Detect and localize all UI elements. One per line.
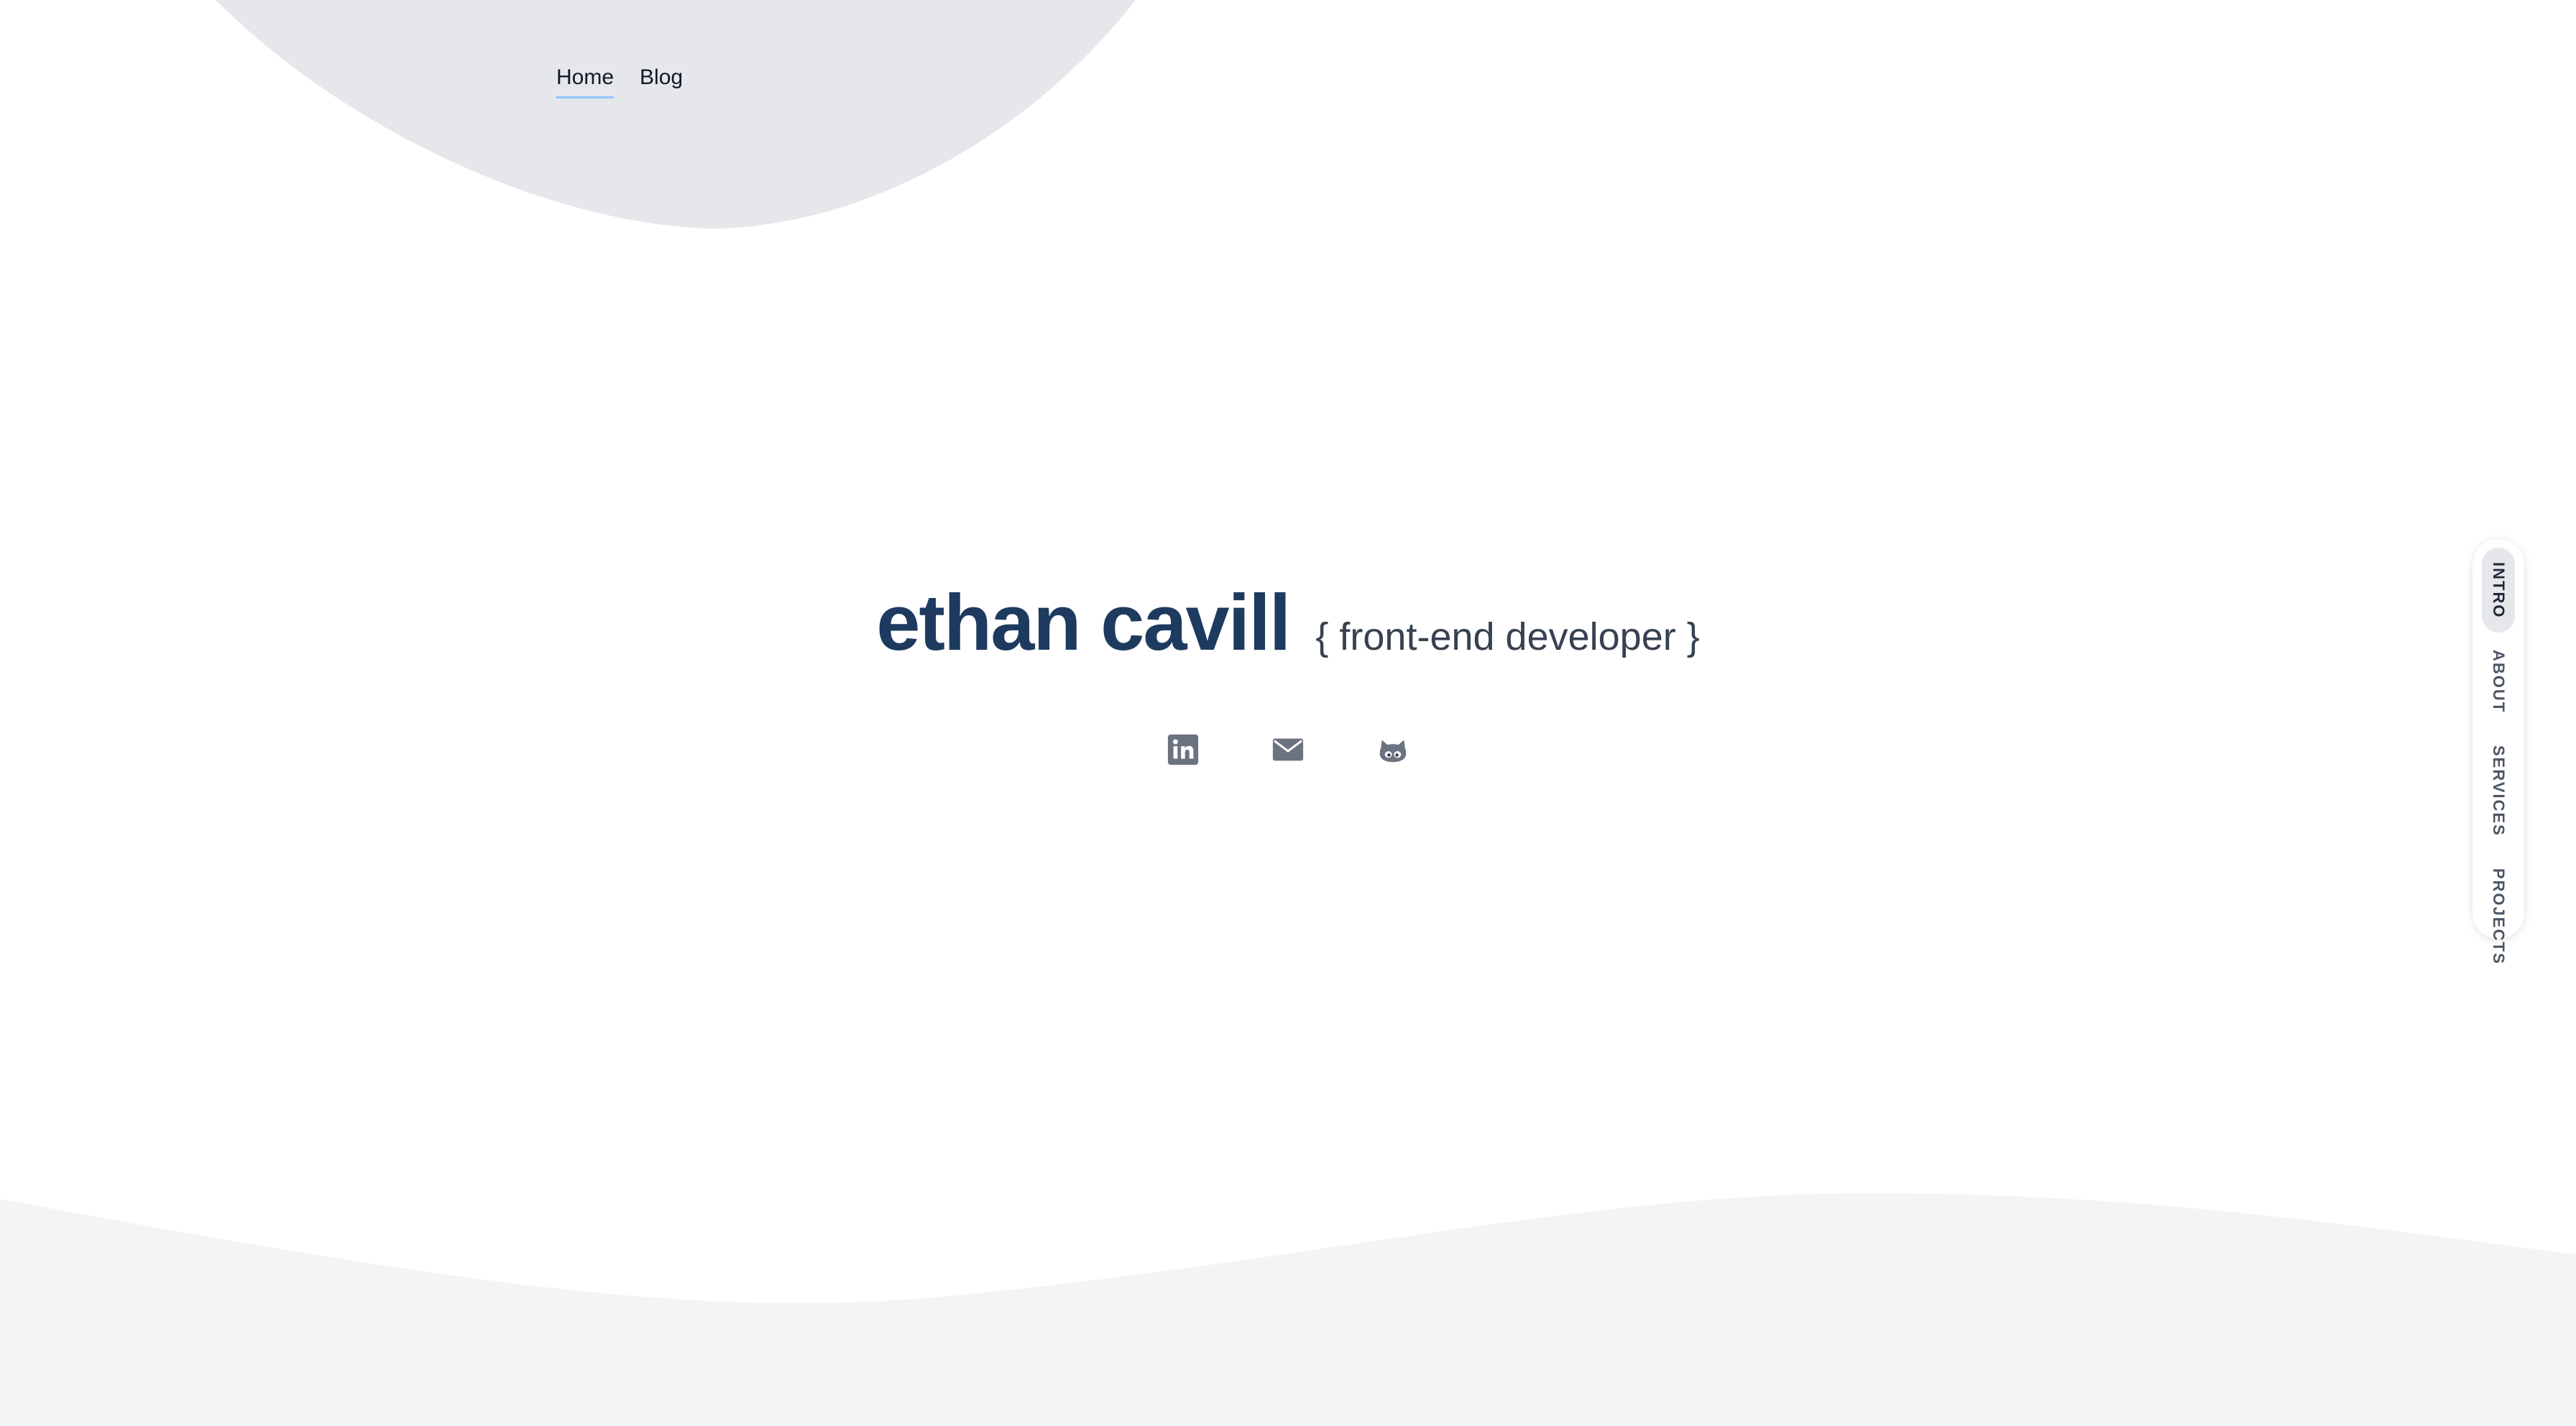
side-nav-about[interactable]: ABOUT <box>2482 635 2515 727</box>
mail-icon <box>1272 738 1304 761</box>
hero-role: { front-end developer } <box>1315 615 1700 658</box>
section-side-nav: INTRO ABOUT SERVICES PROJECTS <box>2472 539 2524 965</box>
side-nav-projects[interactable]: PROJECTS <box>2482 854 2515 980</box>
hero-name: ethan cavill <box>876 579 1291 667</box>
nav-home-link[interactable]: Home <box>556 65 615 98</box>
background-shapes <box>0 0 2576 1426</box>
social-links <box>0 732 2576 768</box>
linkedin-icon <box>1167 734 1199 765</box>
nav-blog-link[interactable]: Blog <box>640 65 683 98</box>
linkedin-link[interactable] <box>1165 732 1201 768</box>
top-nav: Home Blog <box>556 65 683 98</box>
email-link[interactable] <box>1270 732 1306 768</box>
hero: ethan cavill { front-end developer } <box>0 584 2576 663</box>
bottom-wave <box>0 1193 2576 1426</box>
side-nav-intro[interactable]: INTRO <box>2482 548 2515 633</box>
github-link[interactable] <box>1375 732 1411 768</box>
side-nav-services[interactable]: SERVICES <box>2482 731 2515 851</box>
top-blob <box>216 0 1136 229</box>
github-icon <box>1379 740 1407 763</box>
